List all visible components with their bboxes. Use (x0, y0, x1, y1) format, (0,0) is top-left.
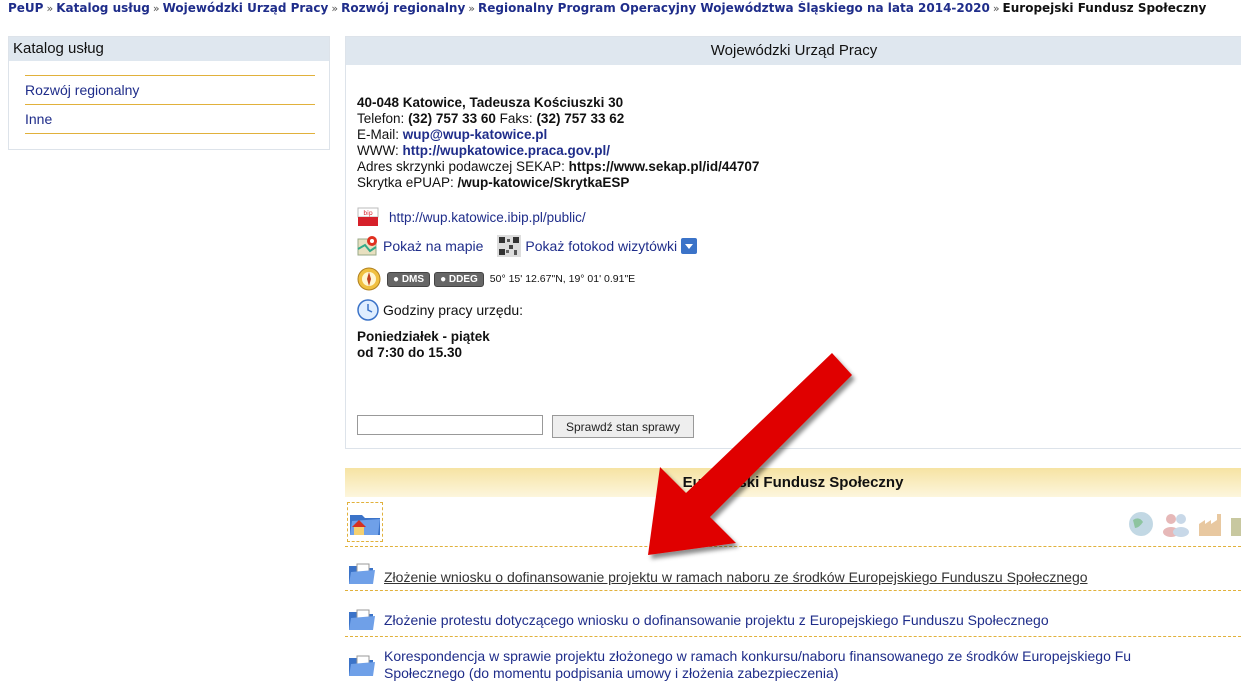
ddeg-button[interactable]: ● DDEG (434, 271, 484, 287)
bip-flag-icon: bip (357, 207, 379, 226)
dms-label: DMS (401, 273, 425, 285)
hours-label: Godziny pracy urzędu: (383, 302, 524, 318)
dms-button[interactable]: ● DMS (387, 271, 431, 287)
sekap-value: https://www.sekap.pl/id/44707 (568, 159, 760, 174)
hours-block: Poniedziałek - piątek od 7:30 do 15.30 (357, 329, 490, 361)
breadcrumb-link-rpo[interactable]: Regionalny Program Operacyjny Województw… (478, 1, 990, 15)
breadcrumb-separator: » (468, 2, 476, 15)
efs-item-label-line2[interactable]: Społecznego (do momentu podpisania umowy… (384, 665, 839, 681)
clock-icon (357, 299, 379, 321)
breadcrumb-link-katalog[interactable]: Katalog usług (56, 1, 150, 15)
breadcrumb-separator: » (46, 2, 54, 15)
efs-list-item[interactable]: Złożenie protestu dotyczącego wniosku o … (345, 604, 1241, 637)
office-contact-block: 40-048 Katowice, Tadeusza Kościuszki 30 … (357, 95, 759, 191)
email-label: E-Mail: (357, 127, 400, 142)
sidebar-list: Rozwój regionalny Inne (25, 75, 315, 134)
home-folder-icon (350, 515, 380, 535)
sekap-label: Adres skrzynki podawczej SEKAP: (357, 159, 565, 174)
sidebar-item-inne[interactable]: Inne (25, 105, 315, 134)
hours-days: Poniedziałek - piątek (357, 329, 490, 344)
document-folder-icon (349, 655, 375, 676)
factory-icon[interactable] (1197, 510, 1225, 538)
efs-item-label[interactable]: Złożenie wniosku o dofinansowanie projek… (384, 569, 1088, 585)
epuap-label: Skrytka ePUAP: (357, 175, 454, 190)
breadcrumb-separator: » (152, 2, 160, 15)
fax-value: (32) 757 33 62 (536, 111, 625, 126)
office-title: Wojewódzki Urząd Pracy (346, 37, 1241, 65)
document-folder-icon (349, 609, 375, 630)
qr-code-icon[interactable] (497, 235, 522, 257)
document-folder-icon (349, 563, 375, 584)
stats-icon[interactable] (1231, 510, 1241, 538)
breadcrumb-link-rozwoj[interactable]: Rozwój regionalny (341, 1, 465, 15)
bip-icon-text: bip (363, 210, 372, 217)
hours-row: Godziny pracy urzędu: (357, 299, 523, 321)
breadcrumb-separator: » (992, 2, 1000, 15)
map-qr-row: Pokaż na mapie Pokaż fotokod wizytówki (357, 235, 698, 257)
hours-time: od 7:30 do 15.30 (357, 345, 463, 360)
breadcrumb-current: Europejski Fundusz Społeczny (1002, 1, 1207, 15)
home-folder-button[interactable] (347, 502, 383, 542)
sidebar-item-label[interactable]: Inne (25, 111, 52, 127)
www-link[interactable]: http://wupkatowice.praca.gov.pl/ (403, 143, 611, 158)
breadcrumb-link-wup[interactable]: Wojewódzki Urząd Pracy (163, 1, 329, 15)
sidebar-item-label[interactable]: Rozwój regionalny (25, 82, 139, 98)
bip-row: bip http://wup.katowice.ibip.pl/public/ (357, 207, 586, 227)
globe-icon[interactable] (1127, 510, 1155, 538)
coordinates-value: 50° 15' 12.67"N, 19° 01' 0.91"E (489, 273, 636, 285)
sidebar-catalog: Katalog usług Rozwój regionalny Inne (8, 36, 330, 150)
compass-icon (357, 267, 381, 291)
breadcrumb: PeUP» Katalog usług» Wojewódzki Urząd Prac… (8, 1, 1241, 17)
show-map-link[interactable]: Pokaż na mapie (383, 238, 483, 254)
epuap-value: /wup-katowice/SkrytkaESP (457, 175, 630, 190)
map-icon[interactable] (357, 235, 379, 257)
show-qr-link[interactable]: Pokaż fotokod wizytówki (525, 238, 677, 254)
efs-toolbar-icons (1127, 510, 1241, 538)
phone-value: (32) 757 33 60 (408, 111, 496, 126)
case-number-input[interactable] (357, 415, 543, 435)
ddeg-label: DDEG (448, 273, 478, 285)
red-arrow-annotation (648, 353, 852, 555)
dropdown-arrow-icon[interactable] (681, 238, 698, 254)
breadcrumb-link-peup[interactable]: PeUP (8, 1, 43, 15)
sidebar-item-rozwoj[interactable]: Rozwój regionalny (25, 76, 315, 105)
email-link[interactable]: wup@wup-katowice.pl (403, 127, 547, 142)
efs-list-item[interactable]: Korespondencja w sprawie projektu złożon… (345, 644, 1241, 684)
phone-label: Telefon: (357, 111, 405, 126)
bip-link[interactable]: http://wup.katowice.ibip.pl/public/ (389, 210, 586, 225)
coordinates-row: ● DMS ● DDEG 50° 15' 12.67"N, 19° 01' 0.… (357, 267, 635, 291)
breadcrumb-separator: » (331, 2, 339, 15)
sidebar-title: Katalog usług (9, 37, 329, 61)
efs-item-label-line1[interactable]: Korespondencja w sprawie projektu złożon… (384, 648, 1131, 664)
efs-item-label[interactable]: Złożenie protestu dotyczącego wniosku o … (384, 612, 1049, 628)
office-address: 40-048 Katowice, Tadeusza Kościuszki 30 (357, 95, 624, 110)
users-icon[interactable] (1161, 510, 1191, 538)
www-label: WWW: (357, 143, 399, 158)
fax-label: Faks: (499, 111, 533, 126)
